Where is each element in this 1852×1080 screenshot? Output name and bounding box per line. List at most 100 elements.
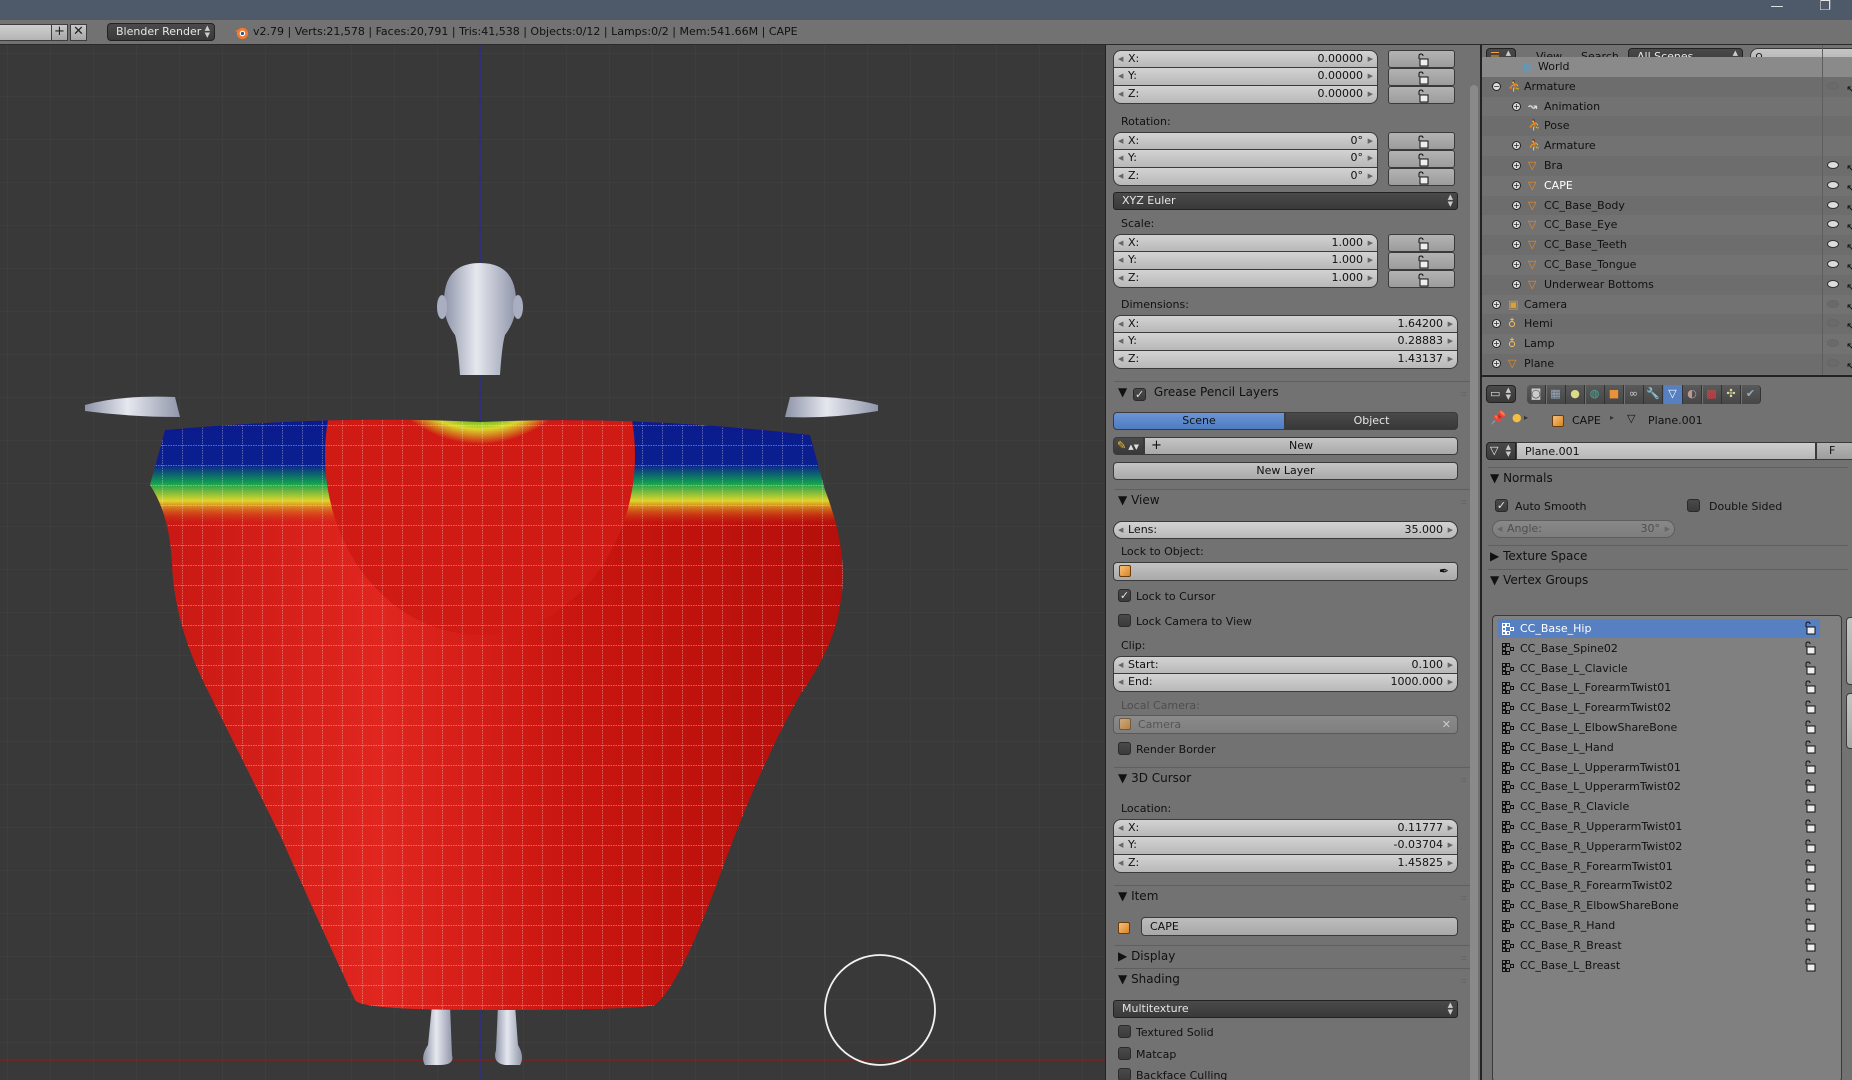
auto-smooth-checkbox[interactable]: ✓ [1495,499,1508,512]
lock-location-y-button[interactable] [1388,68,1455,86]
breadcrumb-object[interactable]: CAPE [1572,414,1601,427]
lock-location-x-button[interactable] [1388,50,1455,68]
shading-panel-header[interactable]: ▼ Shading [1118,972,1180,986]
tab-modifiers-icon[interactable]: 🔧 [1644,385,1663,404]
outliner-row[interactable]: + ↝ Animation [1482,96,1852,117]
unlock-icon[interactable] [1804,740,1816,755]
tab-object[interactable]: Object [1285,412,1458,430]
expand-toggle-icon[interactable]: + [1512,200,1521,210]
expand-toggle-icon[interactable]: + [1512,279,1521,289]
outliner-item-name[interactable]: Animation [1544,97,1600,117]
visibility-eye-icon[interactable] [1827,220,1839,229]
vertex-group-item[interactable]: CC_Base_L_Breast [1498,956,1820,975]
vertex-group-item[interactable]: CC_Base_L_ForearmTwist01 [1498,678,1820,697]
lock-location-z-button[interactable] [1388,86,1455,104]
visibility-eye-icon[interactable] [1827,81,1839,90]
outliner-item-name[interactable]: Underwear Bottoms [1544,275,1654,295]
visibility-eye-icon[interactable] [1827,319,1839,328]
lock-to-cursor-checkbox[interactable]: ✓ [1118,589,1131,602]
vertex-group-item[interactable]: CC_Base_L_Hand [1498,738,1820,757]
expand-toggle-icon[interactable]: + [1492,299,1501,309]
expand-toggle-icon[interactable]: + [1512,101,1521,111]
location-y-field[interactable]: ◀ Y: 0.00000 ▶ [1113,68,1378,86]
visibility-eye-icon[interactable] [1827,200,1839,209]
drag-grip-icon[interactable]: :::: [1461,894,1468,902]
visibility-eye-icon[interactable] [1827,299,1839,308]
vertex-group-item[interactable]: CC_Base_R_Breast [1498,936,1820,955]
cursor-x-field[interactable]: ◀ X: 0.11777 ▶ [1113,819,1458,837]
vertex-group-item[interactable]: CC_Base_Spine02 [1498,639,1820,658]
cursor-z-field[interactable]: ◀ Z: 1.45825 ▶ [1113,855,1458,873]
unlock-icon[interactable] [1804,958,1816,973]
outliner-row[interactable]: + ▽ Plane ↖ [1482,354,1852,374]
outliner-row[interactable]: +▽CC_Base_Body↖ [1482,195,1852,216]
visibility-eye-icon[interactable] [1827,180,1839,189]
expand-toggle-icon[interactable]: + [1492,359,1501,368]
double-sided-checkbox[interactable] [1687,499,1700,512]
outliner-row[interactable]: +▣Camera↖ [1482,294,1852,315]
matcap-checkbox[interactable] [1118,1047,1131,1060]
vertex-group-item[interactable]: CC_Base_R_UpperarmTwist01 [1498,817,1820,836]
tab-object-icon[interactable]: ■ [1605,385,1624,404]
outliner-row[interactable]: +♁Hemi↖ [1482,314,1852,335]
vertex-group-list[interactable]: CC_Base_Hip CC_Base_Spine02 CC_Base_L_Clav… [1492,615,1842,1080]
vertex-group-item[interactable]: CC_Base_L_ElbowShareBone [1498,718,1820,737]
outliner-item-name[interactable]: Bra [1544,156,1563,176]
outliner-item-name[interactable]: Armature [1524,77,1576,97]
vertex-group-item[interactable]: CC_Base_R_ElbowShareBone [1498,896,1820,915]
unlock-icon[interactable] [1804,779,1816,794]
texture-space-panel-header[interactable]: ▶ Texture Space [1490,549,1587,563]
scale-z-field[interactable]: ◀ Z: 1.000 ▶ [1113,270,1378,288]
expand-toggle-icon[interactable]: + [1492,339,1501,349]
tab-physics-icon[interactable]: ✔ [1741,385,1761,404]
unlock-icon[interactable] [1804,938,1816,953]
expand-toggle-icon[interactable]: + [1512,141,1521,151]
new-layer-button[interactable]: New Layer [1113,462,1458,480]
lock-camera-to-view-checkbox[interactable] [1118,614,1131,627]
outliner-item-name[interactable]: Armature [1544,136,1596,156]
tab-scene-icon[interactable]: ● [1566,385,1585,404]
expand-toggle-icon[interactable]: + [1512,220,1521,230]
tab-world-icon[interactable]: ◍ [1585,385,1605,404]
mesh-browse-dropdown[interactable]: ▽ ▲ ▼ [1486,442,1516,460]
lock-to-object-field[interactable]: ✒ [1113,562,1458,581]
tab-scene[interactable]: Scene [1113,412,1285,430]
vertex-group-item[interactable]: CC_Base_L_UpperarmTwist01 [1498,758,1820,777]
outliner-item-name[interactable]: CC_Base_Teeth [1544,235,1627,255]
outliner-row[interactable]: +▽CC_Base_Teeth↖ [1482,235,1852,256]
shading-mode-dropdown[interactable]: Multitexture ▲ ▼ [1113,1000,1458,1018]
dimensions-z-field[interactable]: ◀ Z: 1.43137 ▶ [1113,351,1458,369]
unlock-icon[interactable] [1804,700,1816,715]
unlock-icon[interactable] [1804,680,1816,695]
dimensions-x-field[interactable]: ◀ X: 1.64200 ▶ [1113,315,1458,333]
drag-grip-icon[interactable]: :::: [1461,977,1468,985]
pin-icon[interactable]: 📌 [1490,411,1506,426]
vertex-group-item[interactable]: CC_Base_R_ForearmTwist02 [1498,876,1820,895]
editor-type-dropdown[interactable]: ▭ ▲ ▼ [1486,385,1516,403]
expand-toggle-icon[interactable]: + [1512,240,1521,250]
3d-cursor-panel-header[interactable]: ▼ 3D Cursor [1118,771,1191,785]
object-name-field[interactable]: CAPE [1141,917,1458,936]
unlock-icon[interactable] [1804,859,1816,874]
visibility-eye-icon[interactable] [1827,279,1839,288]
drag-grip-icon[interactable]: :::: [1461,954,1468,962]
drag-grip-icon[interactable]: :::: [1461,498,1468,506]
outliner-item-name[interactable]: CC_Base_Eye [1544,215,1617,235]
lock-scale-x-button[interactable] [1388,234,1455,252]
visibility-eye-icon[interactable] [1827,339,1839,348]
visibility-eye-icon[interactable] [1827,359,1839,367]
breadcrumb-mesh-data[interactable]: Plane.001 [1648,414,1703,427]
vertex-group-item[interactable]: CC_Base_R_Clavicle [1498,797,1820,816]
tab-render-icon[interactable]: ◙ [1527,385,1546,404]
vertex-group-item[interactable]: CC_Base_R_UpperarmTwist02 [1498,837,1820,856]
expand-toggle-icon[interactable]: + [1512,161,1521,170]
view-panel-header[interactable]: ▼ View [1118,493,1160,507]
vertex-group-move-buttons[interactable] [1846,693,1852,749]
vertex-group-item[interactable]: CC_Base_Hip [1498,619,1820,638]
tab-particles-icon[interactable]: ✣ [1722,385,1741,404]
grease-pencil-enabled-checkbox[interactable]: ✓ [1133,388,1147,401]
tab-material-icon[interactable]: ◐ [1683,385,1702,404]
selectability-cursor-icon[interactable]: ↖ [1846,357,1852,375]
outliner-row[interactable]: +▽CC_Base_Eye↖ [1482,215,1852,236]
outliner-item-name[interactable]: Plane [1524,354,1554,374]
